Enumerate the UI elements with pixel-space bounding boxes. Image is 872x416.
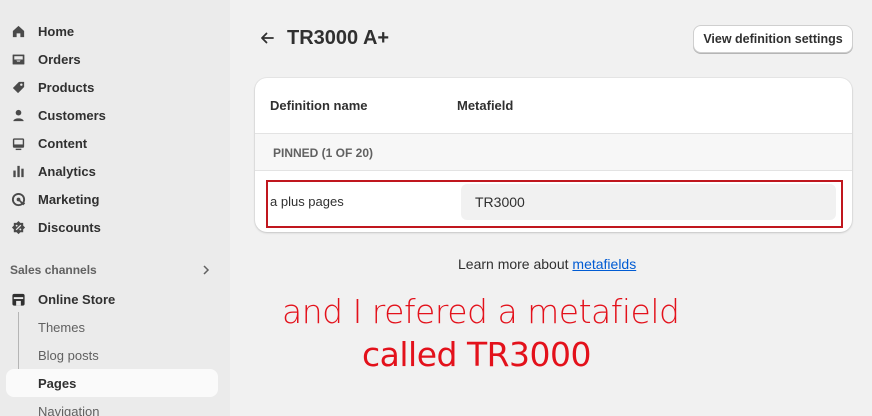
nav-label-home: Home: [38, 23, 75, 39]
nav-item-analytics[interactable]: Analytics: [0, 157, 230, 185]
target-icon: [11, 192, 26, 207]
image-icon: [12, 138, 25, 151]
nav-label-orders: Orders: [38, 51, 81, 67]
column-header-definition-name: Definition name: [270, 98, 368, 113]
sub-label-themes: Themes: [38, 319, 85, 335]
column-header-metafield: Metafield: [457, 98, 514, 113]
nav-item-orders[interactable]: Orders: [0, 45, 230, 73]
nav-item-content[interactable]: Content: [0, 129, 230, 157]
learn-more-prefix: Learn more about: [458, 256, 573, 272]
annotation-line-2: called TR3000: [362, 335, 592, 374]
metafields-link[interactable]: metafields: [572, 256, 636, 272]
sub-item-blog-posts[interactable]: Blog posts: [0, 341, 230, 369]
nav-label-discounts: Discounts: [38, 219, 101, 235]
nav-label-analytics: Analytics: [38, 163, 96, 179]
sub-label-blog-posts: Blog posts: [38, 347, 99, 363]
learn-more-text: Learn more about metafields: [458, 256, 636, 272]
view-definition-settings-button[interactable]: View definition settings: [693, 25, 853, 53]
nav-item-online-store[interactable]: Online Store: [0, 285, 230, 313]
sidebar: Home Orders Products Customers Content A…: [0, 0, 230, 416]
pinned-count-label: PINNED (1 OF 20): [273, 146, 374, 160]
chevron-right-icon[interactable]: [201, 264, 211, 276]
sub-item-pages[interactable]: Pages: [6, 369, 218, 397]
nav-item-marketing[interactable]: Marketing: [0, 185, 230, 213]
nav-item-customers[interactable]: Customers: [0, 101, 230, 129]
nav-item-discounts[interactable]: Discounts: [0, 213, 230, 241]
page-title: TR3000 A+: [287, 27, 390, 49]
sub-label-pages: Pages: [38, 375, 77, 391]
nav-label-content: Content: [38, 135, 88, 151]
sub-item-navigation[interactable]: Navigation: [0, 397, 230, 416]
tag-icon: [12, 81, 25, 94]
person-icon: [13, 109, 24, 122]
back-arrow-icon[interactable]: [258, 29, 276, 47]
annotation-line-1: and I refered a metafield: [282, 292, 680, 331]
store-icon: [12, 293, 25, 306]
inbox-icon: [12, 54, 25, 65]
nav-label-online-store: Online Store: [38, 291, 116, 307]
red-highlight-box: [266, 180, 843, 228]
nav-item-home[interactable]: Home: [0, 17, 230, 45]
nav-item-products[interactable]: Products: [0, 73, 230, 101]
sales-channels-heading: Sales channels: [10, 263, 97, 277]
nav-label-customers: Customers: [38, 107, 106, 123]
sub-label-navigation: Navigation: [38, 403, 100, 416]
pinned-section-header: PINNED (1 OF 20): [255, 133, 852, 171]
home-icon: [12, 25, 25, 38]
nav-label-marketing: Marketing: [38, 191, 100, 207]
nav-label-products: Products: [38, 79, 95, 95]
sub-item-themes[interactable]: Themes: [0, 313, 230, 341]
bar-chart-icon: [13, 165, 24, 178]
discount-icon: [11, 220, 26, 235]
